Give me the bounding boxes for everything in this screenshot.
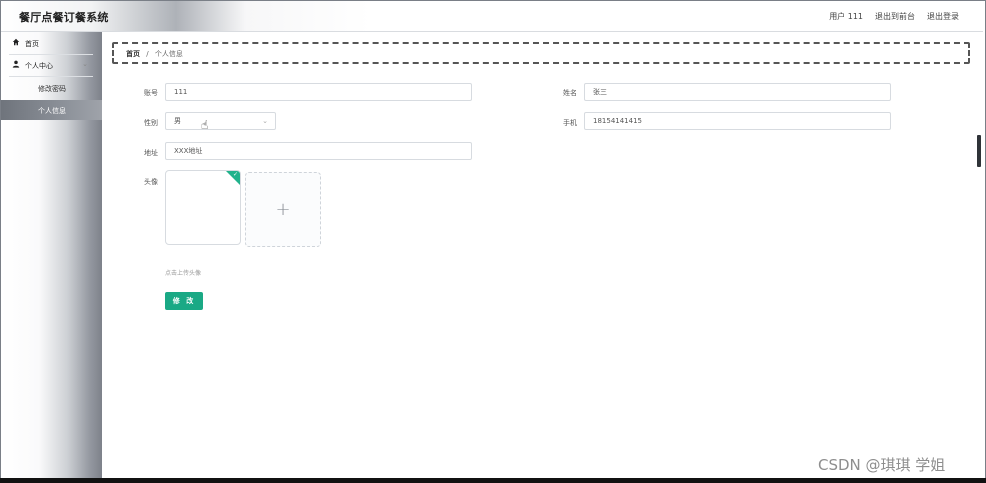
chevron-down-icon: ⌄ <box>82 60 88 68</box>
breadcrumb: 首页 / 个人信息 <box>112 42 970 64</box>
account-label: 账号 <box>144 89 158 97</box>
window-frame <box>0 0 986 483</box>
sidebar-divider <box>9 76 93 77</box>
sidebar-item-personal-info[interactable]: 个人信息 <box>1 100 102 120</box>
avatar-upload-button[interactable]: + <box>245 172 321 247</box>
gender-label: 性别 <box>144 119 158 127</box>
gender-select-value: 男 <box>174 117 181 125</box>
phone-field[interactable]: 18154141415 <box>584 112 891 130</box>
watermark: CSDN @琪琪 学姐 <box>818 456 946 474</box>
window-bottom-edge <box>0 478 986 483</box>
app-title: 餐厅点餐订餐系统 <box>19 11 109 24</box>
sidebar-item-home[interactable]: 首页 <box>1 33 102 53</box>
sidebar-item-change-password[interactable]: 修改密码 <box>1 78 102 98</box>
address-label: 地址 <box>144 149 158 157</box>
check-icon: ✓ <box>232 171 238 178</box>
user-label: 用户 111 <box>829 12 863 21</box>
phone-label: 手机 <box>563 119 577 127</box>
breadcrumb-separator: / <box>146 50 149 58</box>
sidebar-item-personal-center-label: 个人中心 <box>25 62 53 70</box>
plus-icon: + <box>275 199 291 220</box>
breadcrumb-home[interactable]: 首页 <box>126 50 140 58</box>
avatar-preview[interactable]: ✓ <box>165 170 241 245</box>
gender-select[interactable]: 男 ⌄ <box>165 112 276 130</box>
header-user-menu: 用户 111 退出到前台 退出登录 <box>829 11 959 22</box>
submit-button[interactable]: 修 改 <box>165 292 203 310</box>
breadcrumb-current: 个人信息 <box>154 50 183 58</box>
sidebar-item-personal-info-label: 个人信息 <box>38 107 66 115</box>
sidebar-item-personal-center[interactable]: 个人中心 ⌄ <box>1 55 102 75</box>
address-field[interactable]: XXX地址 <box>165 142 472 160</box>
sidebar-item-change-password-label: 修改密码 <box>38 85 66 93</box>
name-field[interactable]: 张三 <box>584 83 891 101</box>
logout-link[interactable]: 退出登录 <box>927 11 959 22</box>
scrollbar-thumb[interactable] <box>977 135 981 167</box>
top-header: 餐厅点餐订餐系统 用户 111 退出到前台 退出登录 <box>1 1 983 32</box>
exit-to-front-link[interactable]: 退出到前台 <box>875 11 915 22</box>
sidebar-item-home-label: 首页 <box>25 40 39 48</box>
account-field[interactable]: 111 <box>165 83 472 101</box>
hand-cursor-icon: ☝ <box>201 118 209 132</box>
upload-hint: 点击上传头像 <box>165 270 202 277</box>
chevron-down-icon: ⌄ <box>262 117 268 125</box>
sidebar: 首页 个人中心 ⌄ 修改密码 个人信息 <box>1 32 102 481</box>
name-label: 姓名 <box>563 89 577 97</box>
user-icon <box>12 60 20 68</box>
avatar-label: 头像 <box>144 178 158 186</box>
home-icon <box>12 38 20 46</box>
